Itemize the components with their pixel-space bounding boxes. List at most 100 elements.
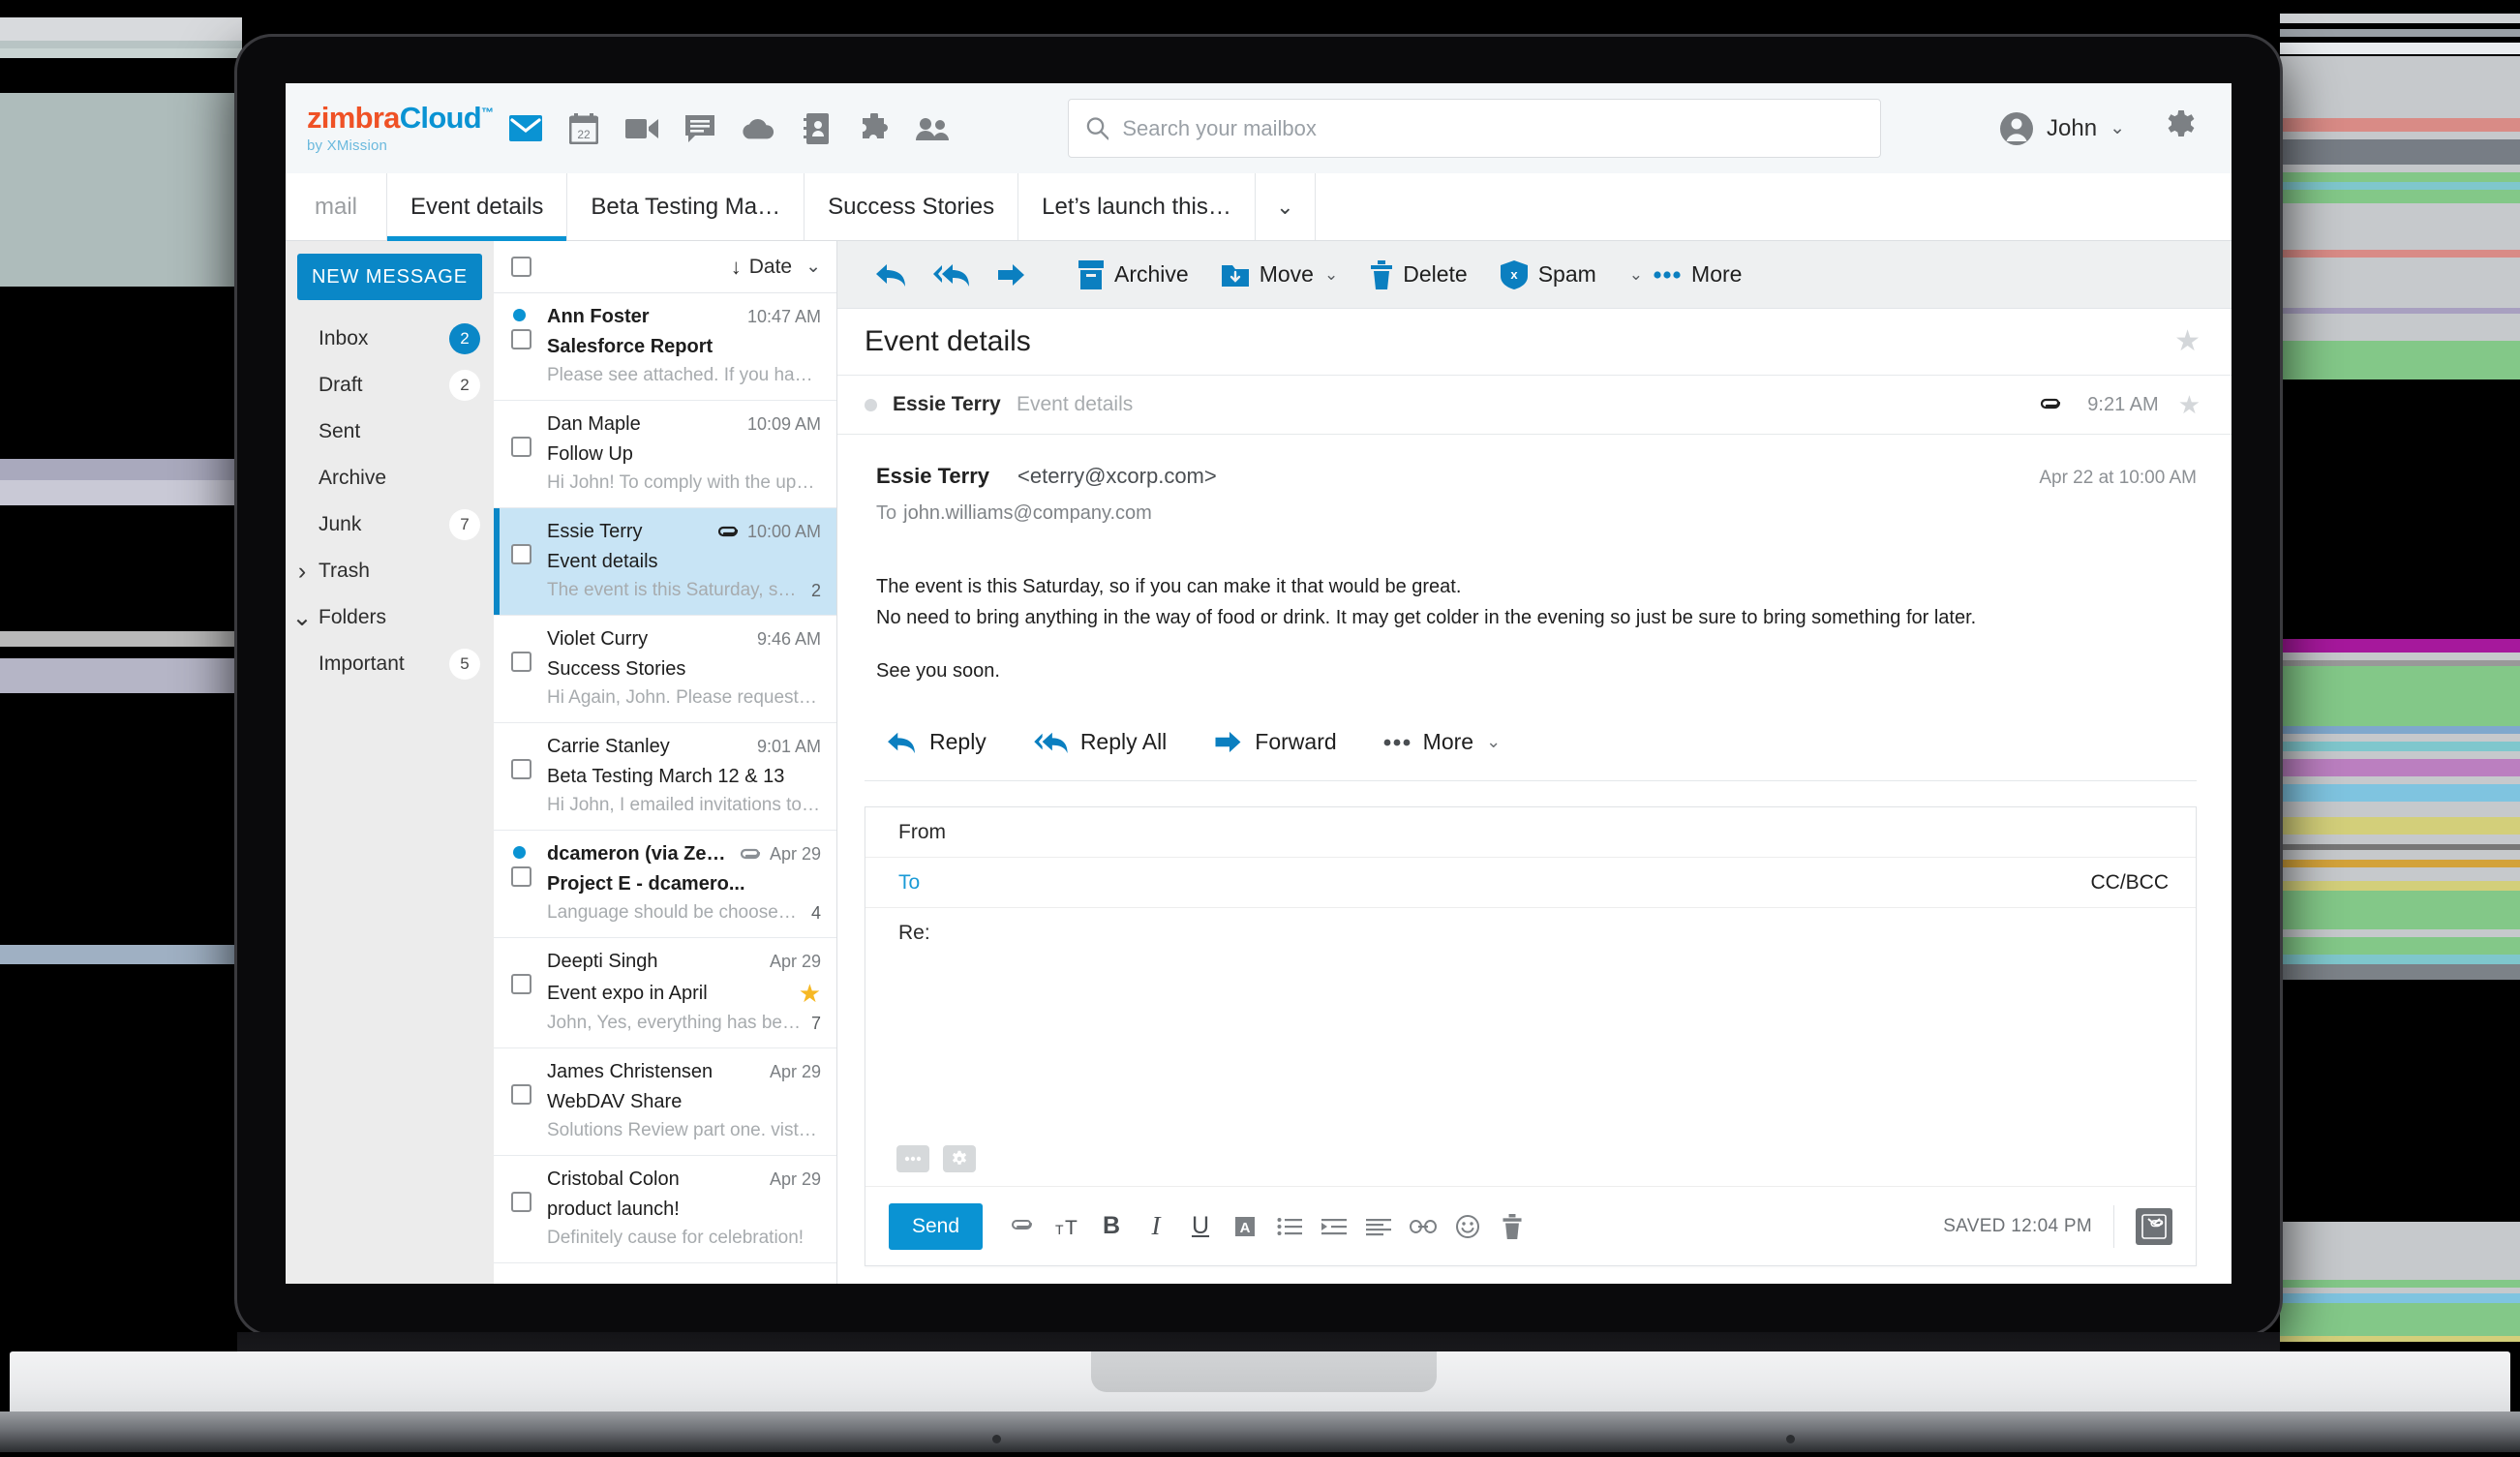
tab-beta-testing[interactable]: Beta Testing Ma… <box>567 173 805 240</box>
italic-icon[interactable]: I <box>1134 1203 1178 1250</box>
table-row[interactable]: Essie Terry 10:00 AM Event details The e… <box>494 508 836 616</box>
unread-dot-icon <box>513 309 526 321</box>
mail-icon[interactable] <box>509 112 542 145</box>
reply-all-button[interactable]: Reply All <box>1033 729 1188 755</box>
table-row[interactable]: Deepti Singh Apr 29 Event expo in April … <box>494 938 836 1048</box>
compose-to-field[interactable]: To CC/BCC <box>865 858 2196 909</box>
table-row[interactable]: Carrie Stanley 9:01 AM Beta Testing Marc… <box>494 723 836 831</box>
delete-button[interactable]: Delete <box>1354 241 1483 309</box>
search-input[interactable] <box>1122 115 1863 141</box>
message-list-scroll[interactable]: Ann Foster 10:47 AM Salesforce Report Pl… <box>494 293 836 1284</box>
more-actions-button[interactable]: More ⌄ <box>1383 729 1523 755</box>
forward-button[interactable]: Forward <box>1213 729 1357 755</box>
attachment-icon[interactable] <box>1000 1203 1045 1250</box>
cloud-icon[interactable] <box>742 112 774 145</box>
gear-icon[interactable] <box>943 1145 976 1172</box>
reply-button[interactable]: Reply <box>886 729 1008 755</box>
tab-overflow-chevron-down-icon[interactable]: ⌄ <box>1256 173 1316 240</box>
chevron-right-icon[interactable]: › <box>286 558 319 586</box>
reply-all-icon[interactable] <box>921 241 981 309</box>
compose-subject-field[interactable]: Re: <box>865 908 2196 958</box>
tab-event-details[interactable]: Event details <box>387 173 568 241</box>
table-row[interactable]: Dan Maple 10:09 AM Follow Up Hi John! To… <box>494 401 836 508</box>
top-bar: zimbraCloud™ by XMission 22 Search your … <box>286 83 2232 173</box>
star-icon[interactable]: ★ <box>799 981 821 1006</box>
archive-button[interactable]: Archive <box>1062 241 1205 309</box>
chat-icon[interactable] <box>683 112 716 145</box>
conversation-row[interactable]: Essie Terry Event details 9:21 AM ★ <box>837 375 2232 435</box>
calendar-icon[interactable]: 22 <box>567 112 600 145</box>
attach-image-icon[interactable] <box>2136 1207 2172 1245</box>
compose-from-field[interactable]: From <box>865 807 2196 859</box>
send-button[interactable]: Send <box>889 1202 983 1250</box>
compose-body[interactable] <box>865 958 2196 1186</box>
row-checkbox[interactable] <box>511 974 531 994</box>
row-checkbox[interactable] <box>511 759 531 779</box>
reply-icon[interactable] <box>861 241 921 309</box>
forward-label: Forward <box>1255 729 1337 755</box>
bulleted-list-icon[interactable] <box>1267 1203 1312 1250</box>
text-color-icon[interactable]: A <box>1223 1203 1267 1250</box>
sidebar-item-inbox[interactable]: Inbox 2 <box>286 316 494 362</box>
table-row[interactable]: Cristobal Colon Apr 29 product launch! D… <box>494 1156 836 1263</box>
sidebar-item-important[interactable]: Important 5 <box>286 641 494 687</box>
sidebar-item-draft[interactable]: Draft 2 <box>286 362 494 409</box>
brand-logo[interactable]: zimbraCloud™ by XMission <box>299 103 494 154</box>
sidebar-item-sent[interactable]: Sent <box>286 409 494 455</box>
row-checkbox[interactable] <box>511 329 531 349</box>
video-icon[interactable] <box>625 112 658 145</box>
row-left <box>511 736 547 816</box>
select-all-checkbox[interactable] <box>511 257 531 277</box>
emoji-icon[interactable] <box>1445 1203 1490 1250</box>
sidebar-item-folders[interactable]: ⌄ Folders <box>286 594 494 641</box>
move-button[interactable]: Move ⌄ <box>1205 241 1355 309</box>
row-checkbox[interactable] <box>511 652 531 672</box>
sidebar-badge-draft: 2 <box>449 370 480 401</box>
indent-icon[interactable] <box>1312 1203 1356 1250</box>
new-message-button[interactable]: NEW MESSAGE <box>297 254 482 300</box>
forward-icon[interactable] <box>981 241 1041 309</box>
contacts-card-icon[interactable] <box>800 112 833 145</box>
link-icon[interactable] <box>1401 1203 1445 1250</box>
body-line-2: No need to bring anything in the way of … <box>876 607 1977 629</box>
table-row[interactable]: dcameron (via Zeplin) Apr 29 Project E -… <box>494 831 836 938</box>
sidebar-item-trash[interactable]: › Trash <box>286 548 494 594</box>
trash-icon[interactable] <box>1490 1203 1534 1250</box>
table-row[interactable]: Ann Foster 10:47 AM Salesforce Report Pl… <box>494 293 836 401</box>
tab-bar: mail Event details Beta Testing Ma… Succ… <box>286 173 2232 241</box>
row-checkbox[interactable] <box>511 437 531 457</box>
gear-icon[interactable] <box>2164 108 2199 148</box>
font-size-icon[interactable]: TT <box>1045 1203 1089 1250</box>
sidebar-badge-inbox: 2 <box>449 323 480 354</box>
sidebar-item-junk[interactable]: Junk 7 <box>286 501 494 548</box>
zimbra-mail-app: zimbraCloud™ by XMission 22 Search your … <box>286 83 2232 1284</box>
more-dots-icon[interactable] <box>896 1145 929 1172</box>
chevron-down-icon[interactable]: ⌄ <box>286 603 319 632</box>
tab-lets-launch[interactable]: Let’s launch this… <box>1018 173 1256 240</box>
message-actions: Reply Reply All Forward More ⌄ <box>865 704 2197 782</box>
sidebar-item-archive[interactable]: Archive <box>286 455 494 501</box>
row-checkbox[interactable] <box>511 1084 531 1105</box>
star-icon[interactable]: ★ <box>2174 327 2201 356</box>
row-checkbox[interactable] <box>511 866 531 887</box>
table-row[interactable]: Violet Curry 9:46 AM Success Stories Hi … <box>494 616 836 723</box>
star-icon[interactable]: ★ <box>2178 392 2201 417</box>
align-icon[interactable] <box>1356 1203 1401 1250</box>
more-button[interactable]: ⌄ More <box>1613 241 1759 309</box>
message-count: 4 <box>810 902 821 923</box>
people-icon[interactable] <box>916 112 949 145</box>
bold-icon[interactable]: B <box>1089 1203 1134 1250</box>
puzzle-icon[interactable] <box>858 112 891 145</box>
read-dot-icon <box>865 398 877 411</box>
search-box[interactable] <box>1067 99 1881 158</box>
spam-button[interactable]: x Spam <box>1484 241 1613 309</box>
sort-by-date-button[interactable]: ↓ Date ⌄ <box>731 255 821 280</box>
row-checkbox[interactable] <box>511 1192 531 1212</box>
table-row[interactable]: James Christensen Apr 29 WebDAV Share So… <box>494 1048 836 1156</box>
account-menu[interactable]: John ⌄ <box>1999 111 2125 146</box>
tab-success-stories[interactable]: Success Stories <box>805 173 1019 240</box>
cc-bcc-button[interactable]: CC/BCC <box>2090 871 2169 895</box>
sidebar-badge-junk: 7 <box>449 509 480 540</box>
underline-icon[interactable]: U <box>1178 1203 1223 1250</box>
row-checkbox[interactable] <box>511 544 531 564</box>
